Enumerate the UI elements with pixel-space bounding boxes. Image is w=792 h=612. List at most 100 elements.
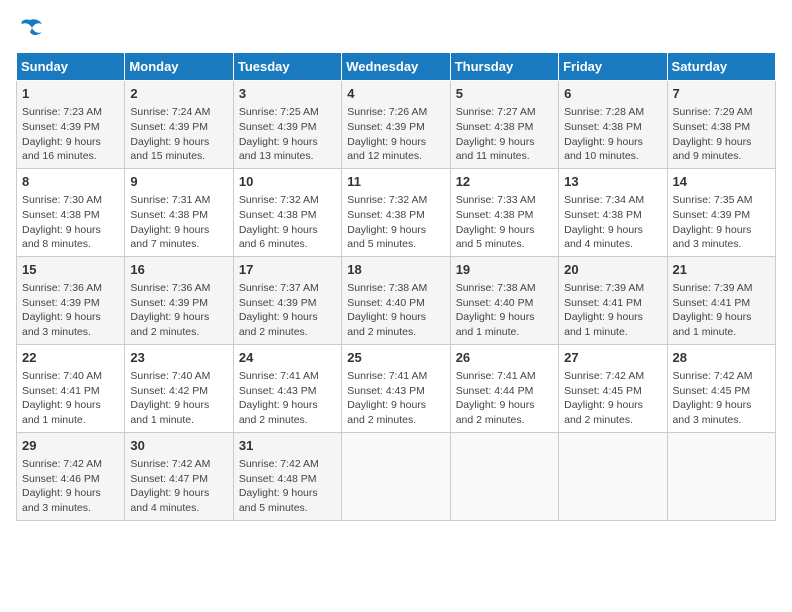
day-number: 25	[347, 349, 444, 367]
calendar-cell: 7 Sunrise: 7:29 AM Sunset: 4:38 PM Daylig…	[667, 81, 775, 169]
calendar-cell: 10 Sunrise: 7:32 AM Sunset: 4:38 PM Dayli…	[233, 168, 341, 256]
day-number: 1	[22, 85, 119, 103]
day-info: Sunrise: 7:33 AM Sunset: 4:38 PM Dayligh…	[456, 193, 553, 252]
day-info: Sunrise: 7:35 AM Sunset: 4:39 PM Dayligh…	[673, 193, 770, 252]
calendar-cell	[450, 432, 558, 520]
day-number: 20	[564, 261, 661, 279]
day-info: Sunrise: 7:36 AM Sunset: 4:39 PM Dayligh…	[130, 281, 227, 340]
calendar-cell	[342, 432, 450, 520]
day-info: Sunrise: 7:27 AM Sunset: 4:38 PM Dayligh…	[456, 105, 553, 164]
day-number: 22	[22, 349, 119, 367]
calendar-header-row: SundayMondayTuesdayWednesdayThursdayFrid…	[17, 53, 776, 81]
day-number: 28	[673, 349, 770, 367]
calendar-cell: 6Sunrise: 7:28 AM Sunset: 4:38 PM Daylig…	[559, 81, 667, 169]
day-info: Sunrise: 7:36 AM Sunset: 4:39 PM Dayligh…	[22, 281, 119, 340]
day-info: Sunrise: 7:30 AM Sunset: 4:38 PM Dayligh…	[22, 193, 119, 252]
column-header-sunday: Sunday	[17, 53, 125, 81]
calendar-week-row: 22 Sunrise: 7:40 AM Sunset: 4:41 PM Dayli…	[17, 344, 776, 432]
logo	[16, 16, 48, 40]
day-number: 13	[564, 173, 661, 191]
day-info: Sunrise: 7:41 AM Sunset: 4:43 PM Dayligh…	[239, 369, 336, 428]
day-info: Sunrise: 7:40 AM Sunset: 4:41 PM Dayligh…	[22, 369, 119, 428]
day-number: 15	[22, 261, 119, 279]
day-number: 10	[239, 173, 336, 191]
day-number: 31	[239, 437, 336, 455]
day-info: Sunrise: 7:26 AM Sunset: 4:39 PM Dayligh…	[347, 105, 444, 164]
day-number: 17	[239, 261, 336, 279]
day-info: Sunrise: 7:42 AM Sunset: 4:45 PM Dayligh…	[673, 369, 770, 428]
calendar-cell: 22 Sunrise: 7:40 AM Sunset: 4:41 PM Dayli…	[17, 344, 125, 432]
calendar-cell: 15 Sunrise: 7:36 AM Sunset: 4:39 PM Dayli…	[17, 256, 125, 344]
calendar-cell: 2 Sunrise: 7:24 AM Sunset: 4:39 PM Daylig…	[125, 81, 233, 169]
calendar-cell: 19 Sunrise: 7:38 AM Sunset: 4:40 PM Dayli…	[450, 256, 558, 344]
column-header-thursday: Thursday	[450, 53, 558, 81]
day-info: Sunrise: 7:32 AM Sunset: 4:38 PM Dayligh…	[239, 193, 336, 252]
day-info: Sunrise: 7:42 AM Sunset: 4:47 PM Dayligh…	[130, 457, 227, 516]
calendar-cell: 28 Sunrise: 7:42 AM Sunset: 4:45 PM Dayli…	[667, 344, 775, 432]
calendar-week-row: 15 Sunrise: 7:36 AM Sunset: 4:39 PM Dayli…	[17, 256, 776, 344]
day-number: 7	[673, 85, 770, 103]
day-info: Sunrise: 7:37 AM Sunset: 4:39 PM Dayligh…	[239, 281, 336, 340]
day-info: Sunrise: 7:42 AM Sunset: 4:48 PM Dayligh…	[239, 457, 336, 516]
calendar-cell: 25 Sunrise: 7:41 AM Sunset: 4:43 PM Dayli…	[342, 344, 450, 432]
logo-bird-icon	[16, 16, 44, 40]
day-info: Sunrise: 7:38 AM Sunset: 4:40 PM Dayligh…	[347, 281, 444, 340]
calendar-cell: 16 Sunrise: 7:36 AM Sunset: 4:39 PM Dayli…	[125, 256, 233, 344]
day-number: 23	[130, 349, 227, 367]
day-number: 30	[130, 437, 227, 455]
day-number: 29	[22, 437, 119, 455]
calendar-week-row: 29 Sunrise: 7:42 AM Sunset: 4:46 PM Dayli…	[17, 432, 776, 520]
day-info: Sunrise: 7:25 AM Sunset: 4:39 PM Dayligh…	[239, 105, 336, 164]
calendar-cell: 29 Sunrise: 7:42 AM Sunset: 4:46 PM Dayli…	[17, 432, 125, 520]
calendar-cell: 5 Sunrise: 7:27 AM Sunset: 4:38 PM Daylig…	[450, 81, 558, 169]
day-info: Sunrise: 7:24 AM Sunset: 4:39 PM Dayligh…	[130, 105, 227, 164]
day-info: Sunrise: 7:23 AM Sunset: 4:39 PM Dayligh…	[22, 105, 119, 164]
calendar-cell: 17 Sunrise: 7:37 AM Sunset: 4:39 PM Dayli…	[233, 256, 341, 344]
day-info: Sunrise: 7:42 AM Sunset: 4:46 PM Dayligh…	[22, 457, 119, 516]
calendar-cell	[667, 432, 775, 520]
calendar-cell: 11 Sunrise: 7:32 AM Sunset: 4:38 PM Dayli…	[342, 168, 450, 256]
calendar-cell: 27 Sunrise: 7:42 AM Sunset: 4:45 PM Dayli…	[559, 344, 667, 432]
day-number: 9	[130, 173, 227, 191]
day-number: 16	[130, 261, 227, 279]
day-info: Sunrise: 7:42 AM Sunset: 4:45 PM Dayligh…	[564, 369, 661, 428]
day-info: Sunrise: 7:34 AM Sunset: 4:38 PM Dayligh…	[564, 193, 661, 252]
day-info: Sunrise: 7:38 AM Sunset: 4:40 PM Dayligh…	[456, 281, 553, 340]
column-header-monday: Monday	[125, 53, 233, 81]
day-number: 2	[130, 85, 227, 103]
calendar-cell: 21Sunrise: 7:39 AM Sunset: 4:41 PM Dayli…	[667, 256, 775, 344]
day-number: 19	[456, 261, 553, 279]
day-info: Sunrise: 7:29 AM Sunset: 4:38 PM Dayligh…	[673, 105, 770, 164]
day-number: 12	[456, 173, 553, 191]
day-number: 6	[564, 85, 661, 103]
calendar-cell: 30 Sunrise: 7:42 AM Sunset: 4:47 PM Dayli…	[125, 432, 233, 520]
calendar-cell: 8 Sunrise: 7:30 AM Sunset: 4:38 PM Daylig…	[17, 168, 125, 256]
day-number: 5	[456, 85, 553, 103]
calendar-cell: 23 Sunrise: 7:40 AM Sunset: 4:42 PM Dayli…	[125, 344, 233, 432]
day-info: Sunrise: 7:40 AM Sunset: 4:42 PM Dayligh…	[130, 369, 227, 428]
day-number: 8	[22, 173, 119, 191]
column-header-wednesday: Wednesday	[342, 53, 450, 81]
calendar-cell: 9 Sunrise: 7:31 AM Sunset: 4:38 PM Daylig…	[125, 168, 233, 256]
calendar-cell: 1 Sunrise: 7:23 AM Sunset: 4:39 PM Daylig…	[17, 81, 125, 169]
column-header-saturday: Saturday	[667, 53, 775, 81]
calendar-cell: 3Sunrise: 7:25 AM Sunset: 4:39 PM Daylig…	[233, 81, 341, 169]
calendar-cell: 20Sunrise: 7:39 AM Sunset: 4:41 PM Dayli…	[559, 256, 667, 344]
column-header-friday: Friday	[559, 53, 667, 81]
day-info: Sunrise: 7:41 AM Sunset: 4:43 PM Dayligh…	[347, 369, 444, 428]
day-number: 18	[347, 261, 444, 279]
day-number: 27	[564, 349, 661, 367]
column-header-tuesday: Tuesday	[233, 53, 341, 81]
calendar-cell: 14Sunrise: 7:35 AM Sunset: 4:39 PM Dayli…	[667, 168, 775, 256]
calendar-cell: 13 Sunrise: 7:34 AM Sunset: 4:38 PM Dayli…	[559, 168, 667, 256]
calendar-cell: 31 Sunrise: 7:42 AM Sunset: 4:48 PM Dayli…	[233, 432, 341, 520]
day-number: 24	[239, 349, 336, 367]
day-number: 21	[673, 261, 770, 279]
day-info: Sunrise: 7:32 AM Sunset: 4:38 PM Dayligh…	[347, 193, 444, 252]
day-number: 11	[347, 173, 444, 191]
calendar-cell: 24 Sunrise: 7:41 AM Sunset: 4:43 PM Dayli…	[233, 344, 341, 432]
day-info: Sunrise: 7:31 AM Sunset: 4:38 PM Dayligh…	[130, 193, 227, 252]
calendar-cell: 12 Sunrise: 7:33 AM Sunset: 4:38 PM Dayli…	[450, 168, 558, 256]
calendar-cell: 18 Sunrise: 7:38 AM Sunset: 4:40 PM Dayli…	[342, 256, 450, 344]
day-info: Sunrise: 7:41 AM Sunset: 4:44 PM Dayligh…	[456, 369, 553, 428]
